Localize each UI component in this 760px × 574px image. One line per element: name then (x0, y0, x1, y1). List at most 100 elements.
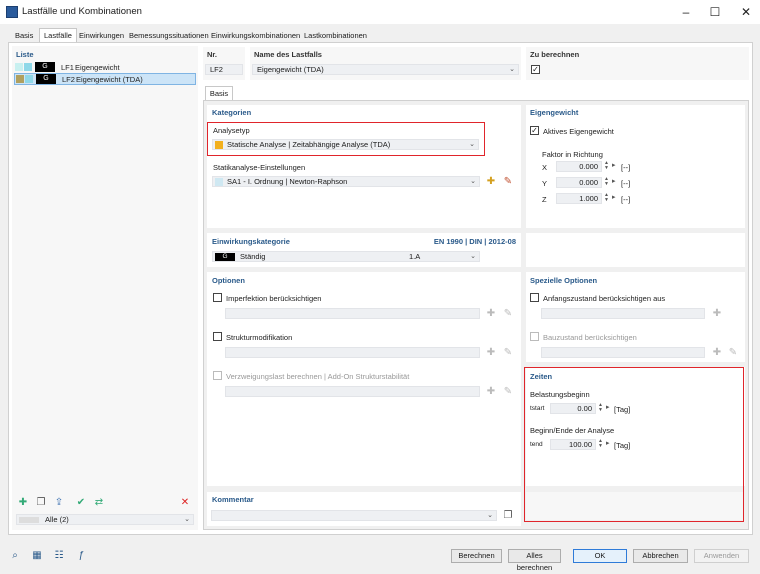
imperfektion-checkbox[interactable] (213, 293, 222, 302)
struktur-checkbox[interactable] (213, 332, 222, 341)
new-verzweigung-icon[interactable]: ✚ (484, 384, 498, 398)
import-icon[interactable]: ⇪ (52, 495, 66, 509)
bauzustand-dropdown[interactable] (541, 347, 705, 358)
play-icon[interactable]: ▸ (612, 178, 616, 185)
statik-label: Statikanalyse-Einstellungen (213, 163, 306, 172)
statik-swatch (215, 178, 223, 186)
einwirkung-dropdown[interactable]: G Ständig 1.A ⌄ (212, 251, 480, 262)
list-item[interactable]: G LF1 Eigengewicht (14, 62, 196, 73)
struktur-dropdown[interactable] (225, 347, 480, 358)
name-label: Name des Lastfalls (254, 50, 322, 59)
statik-dropdown[interactable]: SA1 - I. Ordnung | Newton-Raphson ⌄ (212, 176, 480, 187)
tab-einwirkungen[interactable]: Einwirkungen (74, 28, 129, 42)
close-icon[interactable]: ✕ (738, 4, 754, 20)
name-panel: Name des Lastfalls Eigengewicht (TDA) ⌄ (250, 47, 521, 80)
norm-label: EN 1990 | DIN | 2012-08 (433, 237, 516, 246)
list-panel: Liste G LF1 Eigengewicht G LF2 Eigengewi… (12, 46, 198, 530)
unit-label: [--] (621, 179, 631, 188)
spin-icon[interactable]: ▲ ▼ (604, 177, 609, 187)
new-item-icon[interactable]: ✚ (16, 495, 30, 509)
tab-basis[interactable]: Basis (10, 28, 38, 42)
kategorien-panel: Kategorien Analysetyp Statische Analyse … (207, 105, 521, 228)
analysetyp-dropdown[interactable]: Statische Analyse | Zeitabhängige Analys… (212, 139, 479, 150)
verzweigung-checkbox[interactable] (213, 371, 222, 380)
tab-einwirkungskombinationen[interactable]: Einwirkungskombinationen (206, 28, 305, 42)
color-swatch (16, 75, 24, 83)
new-setting-icon[interactable]: ✚ (484, 174, 498, 188)
nr-label: Nr. (207, 50, 218, 59)
ok-button[interactable]: OK (573, 549, 627, 563)
new-struktur-icon[interactable]: ✚ (484, 345, 498, 359)
color-swatch (15, 63, 23, 71)
kommentar-edit-icon[interactable]: ❐ (501, 508, 515, 522)
edit-struktur-icon[interactable]: ✎ (501, 345, 515, 359)
spin-icon[interactable]: ▲ ▼ (604, 161, 609, 171)
copy-icon[interactable]: ❐ (34, 495, 48, 509)
calc-checkbox[interactable]: ✓ (531, 65, 540, 74)
tab-lastfaelle[interactable]: Lastfälle (39, 28, 77, 43)
play-icon[interactable]: ▸ (612, 162, 616, 169)
nr-panel: Nr. LF2 (203, 47, 245, 80)
imperfektion-dropdown[interactable] (225, 308, 480, 319)
edit-setting-icon[interactable]: ✎ (501, 174, 515, 188)
list-item-id: LF2 (62, 75, 75, 84)
calc-label: Zu berechnen (530, 50, 580, 59)
function-icon[interactable]: ƒ (74, 548, 88, 562)
einwirkung-header: Einwirkungskategorie (212, 237, 290, 246)
color-swatch (25, 75, 33, 83)
edit-bauzustand-icon[interactable]: ✎ (726, 345, 740, 359)
kommentar-dropdown[interactable]: ⌄ (211, 510, 497, 521)
alles-berechnen-button[interactable]: Alles berechnen (508, 549, 561, 572)
aktiv-checkbox[interactable]: ✓ (530, 126, 539, 135)
search-icon[interactable]: ⌕ (8, 548, 22, 562)
new-anfang-icon[interactable]: ✚ (710, 306, 724, 320)
abbrechen-button[interactable]: Abbrechen (633, 549, 688, 563)
faktor-y-input[interactable]: 0.000 (556, 177, 602, 188)
tree-icon[interactable]: ☷ (52, 548, 66, 562)
tab-bemessungssituationen[interactable]: Bemessungssituationen (124, 28, 214, 42)
filter-swatch (19, 517, 39, 523)
einwirkung-code: 1.A (409, 252, 421, 261)
calc-panel: Zu berechnen ✓ (526, 47, 749, 80)
delete-icon[interactable]: ✕ (178, 495, 192, 509)
axis-x-label: X (542, 163, 548, 172)
subtab-basis[interactable]: Basis (205, 86, 233, 100)
chevron-down-icon: ⌄ (487, 512, 493, 519)
faktor-x-input[interactable]: 0.000 (556, 161, 602, 172)
edit-verzweigung-icon[interactable]: ✎ (501, 384, 515, 398)
category-badge: G (36, 74, 56, 84)
new-bauzustand-icon[interactable]: ✚ (710, 345, 724, 359)
anfang-checkbox[interactable] (530, 293, 539, 302)
chevron-down-icon: ⌄ (470, 178, 476, 185)
filter-dropdown[interactable]: Alle (2) ⌄ (16, 514, 194, 525)
optionen-panel: Optionen Imperfektion berücksichtigen ✚ … (207, 272, 521, 486)
eigengewicht-header: Eigengewicht (530, 108, 579, 117)
bauzustand-checkbox[interactable] (530, 332, 539, 341)
anfang-dropdown[interactable] (541, 308, 705, 319)
tab-lastkombinationen[interactable]: Lastkombinationen (299, 28, 372, 42)
edit-imperfektion-icon[interactable]: ✎ (501, 306, 515, 320)
minimize-icon[interactable]: – (678, 4, 694, 20)
statik-value: SA1 - I. Ordnung | Newton-Raphson (227, 177, 348, 186)
play-icon[interactable]: ▸ (612, 194, 616, 201)
anwenden-button[interactable]: Anwenden (694, 549, 749, 563)
nr-field: LF2 (205, 64, 243, 75)
check-all-icon[interactable]: ✔ (74, 495, 88, 509)
kommentar-panel: Kommentar ⌄ ❐ (207, 492, 521, 526)
uncheck-icon[interactable]: ⇄ (92, 495, 106, 509)
struktur-label: Strukturmodifikation (226, 333, 293, 342)
new-imperfektion-icon[interactable]: ✚ (484, 306, 498, 320)
color-swatch (24, 63, 32, 71)
units-icon[interactable]: ▦ (30, 548, 44, 562)
faktor-z-input[interactable]: 1.000 (556, 193, 602, 204)
name-field[interactable]: Eigengewicht (TDA) ⌄ (252, 64, 519, 75)
berechnen-button[interactable]: Berechnen (451, 549, 502, 563)
optionen-header: Optionen (212, 276, 245, 285)
verzweigung-dropdown[interactable] (225, 386, 480, 397)
analysetyp-label: Analysetyp (213, 126, 250, 135)
tda-swatch (215, 141, 223, 149)
maximize-icon[interactable]: ☐ (707, 4, 723, 20)
list-item-selected[interactable]: G LF2 Eigengewicht (TDA) (14, 73, 196, 85)
spin-icon[interactable]: ▲ ▼ (604, 193, 609, 203)
list-item-name: Eigengewicht (75, 63, 120, 72)
